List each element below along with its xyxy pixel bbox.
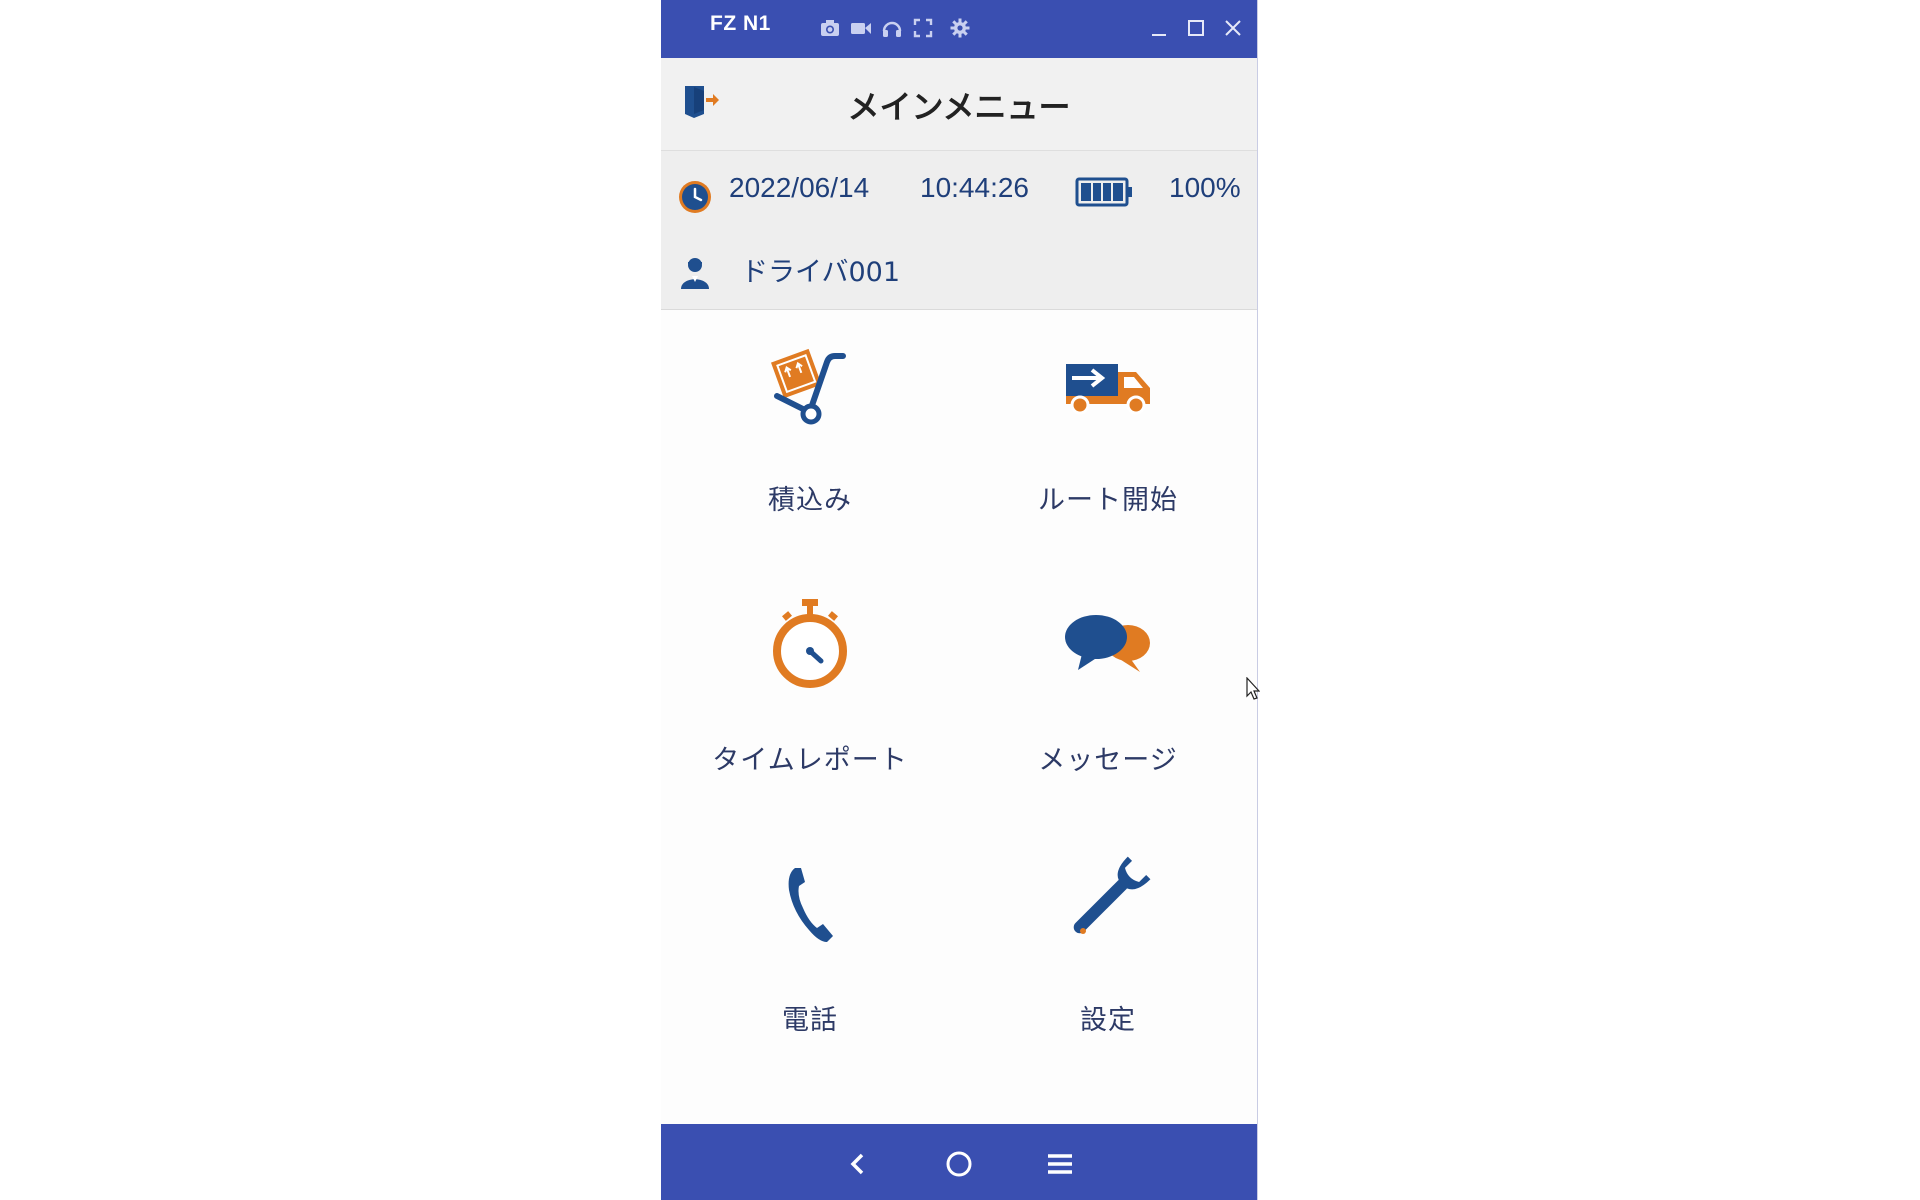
hand-truck-icon — [661, 340, 959, 430]
window-titlebar: FZ N1 — [661, 0, 1257, 58]
back-icon[interactable] — [836, 1142, 880, 1186]
menu-tile-phone[interactable]: 電話 — [661, 830, 959, 1090]
clock-icon — [678, 180, 712, 214]
fullscreen-icon[interactable] — [912, 17, 934, 39]
phone-icon — [661, 860, 959, 950]
home-icon[interactable] — [937, 1142, 981, 1186]
mouse-cursor-icon — [1246, 676, 1261, 701]
driver-icon — [678, 254, 712, 290]
menu-tile-message[interactable]: メッセージ — [959, 570, 1257, 830]
minimize-icon[interactable] — [1148, 17, 1170, 39]
stopwatch-icon — [661, 599, 959, 690]
menu-tile-settings[interactable]: 設定 — [959, 830, 1257, 1090]
menu-icon[interactable] — [1038, 1142, 1082, 1186]
driver-name: ドライバ001 — [741, 257, 900, 288]
device-screen: FZ N1 メインメニュー 2022/06/14 10:44:26 100% ド… — [661, 0, 1258, 1200]
menu-tile-loading[interactable]: 積込み — [661, 310, 959, 570]
headset-icon[interactable] — [881, 17, 903, 39]
close-icon[interactable] — [1222, 17, 1244, 39]
menu-label: 電話 — [782, 1005, 838, 1036]
menu-grid: 積込み ルート開始 タイムレポート メッセージ 電話 設定 — [661, 310, 1257, 1124]
chat-bubbles-icon — [959, 600, 1257, 690]
delivery-truck-icon — [959, 340, 1257, 430]
time-display: 10:44:26 — [920, 172, 1029, 203]
app-header: メインメニュー — [661, 58, 1257, 151]
camera-icon[interactable] — [819, 17, 841, 39]
menu-label: メッセージ — [1038, 745, 1178, 776]
page-title: メインメニュー — [847, 88, 1071, 126]
menu-label: 設定 — [1080, 1005, 1136, 1036]
menu-tile-route-start[interactable]: ルート開始 — [959, 310, 1257, 570]
battery-icon — [1075, 176, 1133, 208]
status-panel: 2022/06/14 10:44:26 100% ドライバ001 — [661, 151, 1257, 310]
battery-percent: 100% — [1169, 172, 1241, 203]
video-icon[interactable] — [850, 17, 872, 39]
wrench-icon — [959, 844, 1257, 954]
date-display: 2022/06/14 — [729, 172, 870, 203]
window-title: FZ N1 — [710, 12, 771, 35]
menu-label: ルート開始 — [1038, 485, 1178, 516]
navigation-bar — [661, 1124, 1257, 1200]
gear-icon[interactable] — [949, 17, 971, 39]
menu-label: 積込み — [768, 485, 852, 516]
menu-label: タイムレポート — [712, 745, 908, 776]
menu-tile-time-report[interactable]: タイムレポート — [661, 570, 959, 830]
maximize-icon[interactable] — [1185, 17, 1207, 39]
